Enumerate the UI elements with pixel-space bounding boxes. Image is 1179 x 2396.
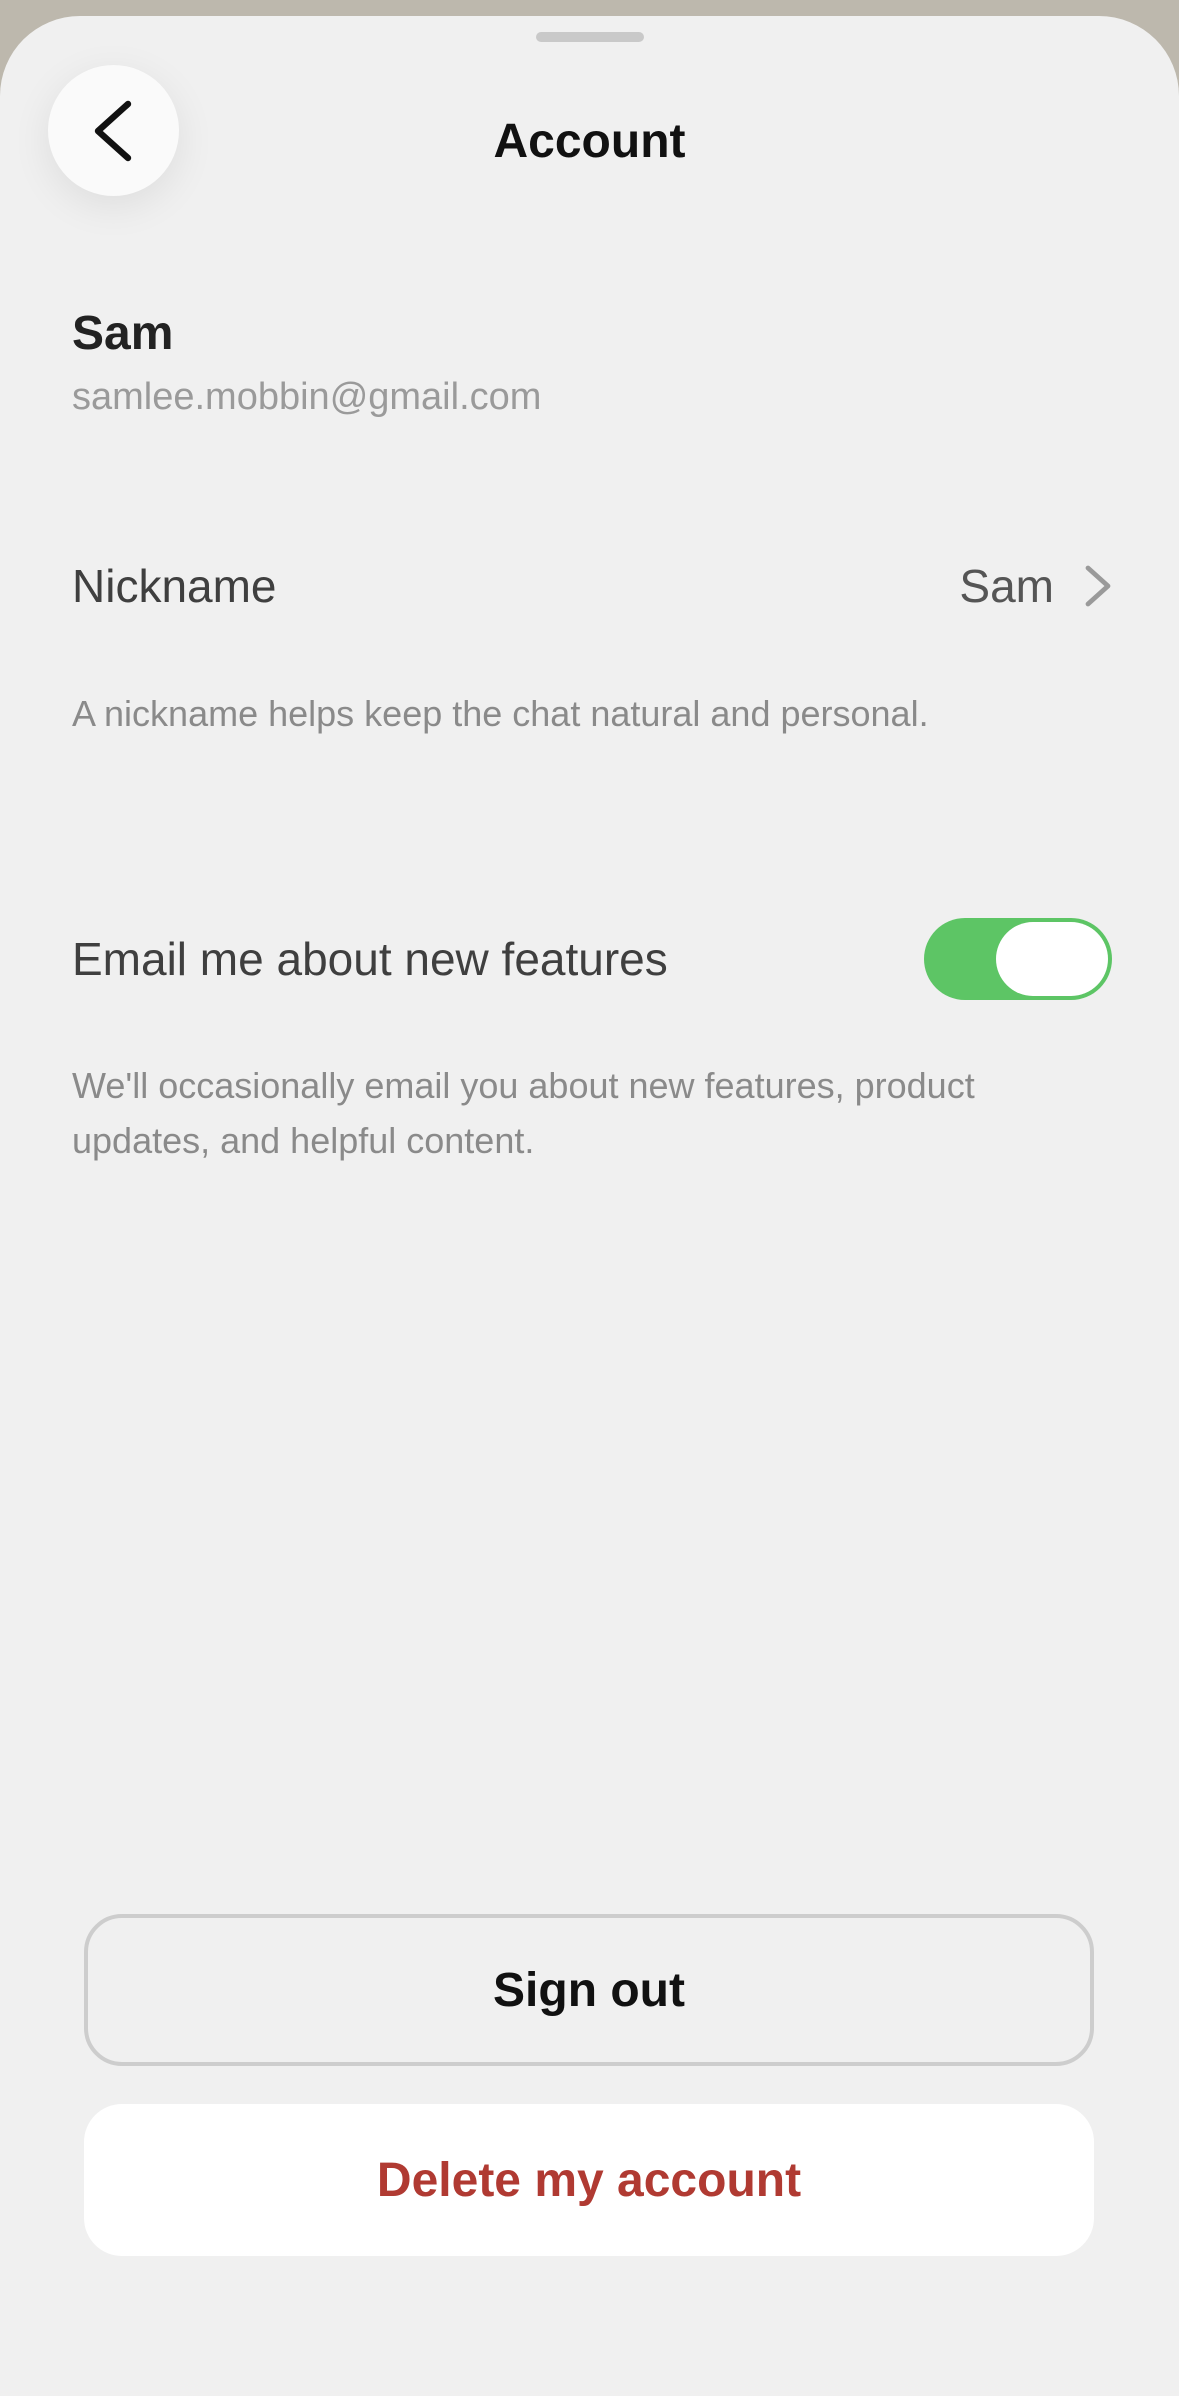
nickname-value: Sam: [959, 560, 1054, 612]
user-name: Sam: [72, 307, 174, 360]
nickname-helper-text: A nickname helps keep the chat natural a…: [72, 693, 929, 734]
sign-out-button[interactable]: Sign out: [84, 1914, 1094, 2066]
nickname-value-group: Sam: [959, 559, 1112, 613]
user-email: samlee.mobbin@gmail.com: [72, 376, 542, 418]
nickname-label: Nickname: [72, 560, 277, 612]
email-updates-label: Email me about new features: [72, 933, 668, 985]
email-updates-helper-text: We'll occasionally email you about new f…: [72, 1065, 975, 1161]
page-title: Account: [493, 115, 686, 168]
nickname-row[interactable]: Nickname Sam: [72, 546, 1112, 626]
account-sheet: Account Sam samlee.mobbin@gmail.com Nick…: [0, 16, 1179, 2396]
delete-account-button[interactable]: Delete my account: [84, 2104, 1094, 2256]
chevron-right-icon: [1084, 564, 1112, 608]
toggle-knob: [996, 922, 1108, 996]
sheet-grabber[interactable]: [536, 32, 644, 42]
email-updates-toggle[interactable]: [924, 918, 1112, 1000]
